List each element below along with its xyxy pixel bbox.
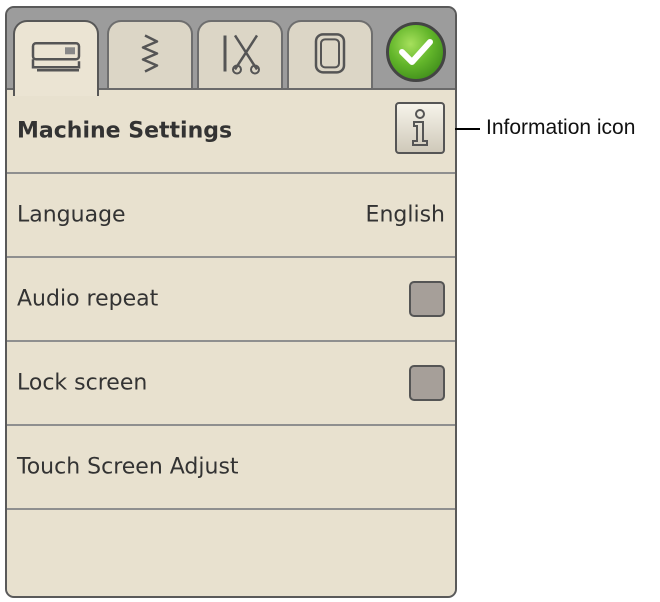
empty-row xyxy=(7,510,455,594)
zigzag-stitch-icon xyxy=(141,34,159,73)
tab-bar xyxy=(7,8,455,96)
tab-embroidery[interactable] xyxy=(287,20,373,92)
audio-repeat-checkbox[interactable] xyxy=(409,281,445,317)
embroidery-hoop-icon xyxy=(314,33,346,74)
lock-screen-checkbox[interactable] xyxy=(409,365,445,401)
callout-label: Information icon xyxy=(486,116,636,139)
ok-button[interactable] xyxy=(386,22,446,82)
checkmark-icon xyxy=(399,39,433,65)
lock-screen-row[interactable]: Lock screen xyxy=(7,342,455,426)
sewing-machine-icon xyxy=(31,42,81,72)
tab-stitch[interactable] xyxy=(107,20,193,92)
touch-screen-adjust-label: Touch Screen Adjust xyxy=(17,454,239,480)
language-value: English xyxy=(365,202,445,228)
settings-window: Machine Settings Language English Audio … xyxy=(5,6,457,598)
language-label: Language xyxy=(17,202,126,228)
settings-header: Machine Settings xyxy=(7,90,455,174)
needle-scissors-icon xyxy=(223,34,260,75)
page-title: Machine Settings xyxy=(17,118,233,144)
touch-screen-adjust-row[interactable]: Touch Screen Adjust xyxy=(7,426,455,510)
info-button[interactable] xyxy=(395,102,445,154)
audio-repeat-label: Audio repeat xyxy=(17,286,159,312)
lock-screen-label: Lock screen xyxy=(17,370,148,396)
tab-machine-settings[interactable] xyxy=(13,20,99,96)
info-icon xyxy=(412,109,428,146)
language-row[interactable]: Language English xyxy=(7,174,455,258)
settings-panel: Machine Settings Language English Audio … xyxy=(7,88,455,596)
audio-repeat-row[interactable]: Audio repeat xyxy=(7,258,455,342)
tab-sewing-tools[interactable] xyxy=(197,20,283,92)
